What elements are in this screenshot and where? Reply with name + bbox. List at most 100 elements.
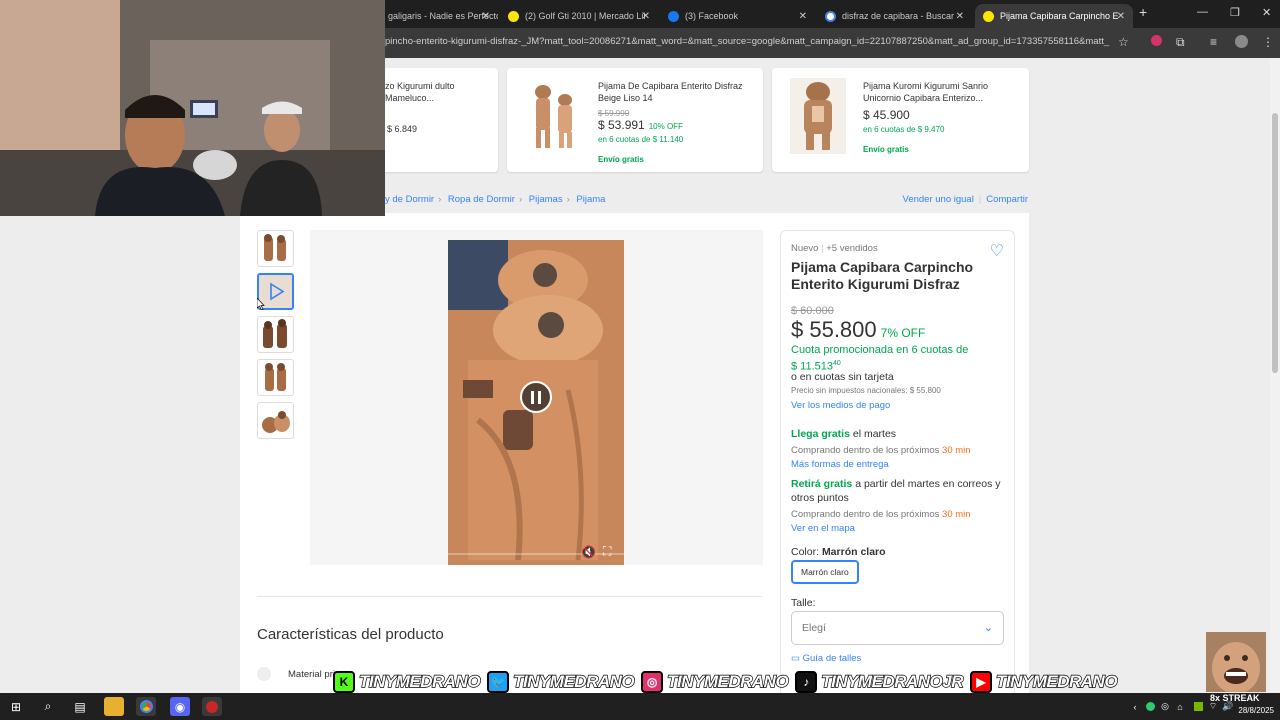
product-panel: 🔇 ⛶ Nuevo | +5 vendidos ♡ Pijama Capibar… xyxy=(240,213,1029,693)
pause-icon xyxy=(531,390,534,404)
divider: | xyxy=(821,243,824,254)
chevron-right-icon: › xyxy=(518,194,523,205)
close-icon[interactable]: ✕ xyxy=(642,11,650,22)
close-icon[interactable]: ✕ xyxy=(956,11,964,22)
size-guide-link[interactable]: ▭ Guía de talles xyxy=(791,653,861,664)
social-handle: TINYMEDRANO xyxy=(995,671,1118,691)
reading-list-icon[interactable]: ≡ xyxy=(1210,35,1217,49)
social-handle: TINYMEDRANO xyxy=(358,671,481,691)
page-scrollbar[interactable] xyxy=(1270,58,1280,693)
size-placeholder: Elegí xyxy=(802,622,826,634)
size-select[interactable]: Elegí ⌄ xyxy=(791,611,1004,645)
ruler-icon: ▭ xyxy=(791,653,803,664)
breadcrumb-link[interactable]: Ropa de Dormir xyxy=(448,194,515,205)
discord-icon[interactable]: ◉ xyxy=(170,697,190,716)
delivery-line: Llega gratis el martes xyxy=(791,428,896,440)
tab-pijama-capibara[interactable]: Pijama Capibara Carpincho Enterito✕ xyxy=(975,4,1133,28)
minimize-icon[interactable]: — xyxy=(1197,6,1208,18)
pause-button[interactable] xyxy=(520,381,552,413)
bookmark-star-icon[interactable]: ☆ xyxy=(1118,35,1129,49)
mute-icon[interactable]: 🔇 xyxy=(581,545,596,559)
restore-icon[interactable]: ❐ xyxy=(1230,6,1240,19)
extensions-puzzle-icon[interactable]: ⧉ xyxy=(1176,35,1185,50)
breadcrumb-link[interactable]: Pijama xyxy=(576,194,605,205)
mouse-cursor-icon xyxy=(257,298,265,310)
product-thumbnail-image xyxy=(525,78,581,154)
social-handle: TINYMEDRANO xyxy=(512,671,635,691)
countdown: 30 min xyxy=(942,509,971,520)
characteristic-row: Material pri xyxy=(257,667,335,681)
browser-menu-icon[interactable]: ⋮ xyxy=(1262,35,1274,49)
no-card-text: o en cuotas sin tarjeta xyxy=(791,371,894,383)
color-label: Color: xyxy=(791,546,822,558)
size-guide-label: Guía de talles xyxy=(802,653,862,664)
more-delivery-link[interactable]: Más formas de entrega xyxy=(791,459,889,470)
size-label: Talle: xyxy=(791,597,816,609)
condition-line: Nuevo | +5 vendidos xyxy=(791,243,878,254)
extension-shield-icon[interactable] xyxy=(1151,35,1162,49)
tab-google-search[interactable]: disfraz de capibara - Buscar con Google✕ xyxy=(817,4,972,28)
task-view-icon[interactable]: ▤ xyxy=(70,697,90,716)
breadcrumb-link[interactable]: Pijamas xyxy=(529,194,563,205)
media-gallery: 🔇 ⛶ xyxy=(310,230,763,565)
windows-taskbar: ⊞ ⌕ ▤ ◉ ‹ ◎ ⌂ ⌔ 🔊 28/8/2025 xyxy=(0,693,1280,720)
search-icon[interactable]: ⌕ xyxy=(38,697,58,716)
tab-galigaris[interactable]: galigaris - Nadie es Perfecto ✕ xyxy=(380,4,498,28)
tab-golf-gti[interactable]: (2) Golf Gti 2010 | Mercado Libre ✕ xyxy=(500,4,658,28)
new-tab-icon[interactable]: + xyxy=(1139,4,1147,20)
rec-price: $ 53.991 xyxy=(598,118,645,132)
twitter-icon: 🐦 xyxy=(487,671,510,693)
file-explorer-icon[interactable] xyxy=(104,697,124,716)
windows-start-icon[interactable]: ⊞ xyxy=(6,697,26,716)
recommendation-card[interactable]: Pijama Kuromi Kigurumi Sanrio Unicornio … xyxy=(772,68,1029,172)
meme-face-overlay xyxy=(1206,632,1266,692)
sold-count: +5 vendidos xyxy=(826,243,878,254)
network-icon[interactable]: ⌂ xyxy=(1170,697,1190,716)
profile-avatar-icon[interactable] xyxy=(1235,35,1248,51)
chrome-icon[interactable] xyxy=(136,697,156,716)
clock-date[interactable]: 28/8/2025 xyxy=(1238,706,1274,715)
mercadolibre-icon xyxy=(508,10,519,22)
streak-badge: 8x STREAK xyxy=(1210,693,1260,703)
close-icon[interactable]: ✕ xyxy=(1117,11,1125,22)
facebook-icon xyxy=(668,10,679,22)
material-icon xyxy=(257,667,271,681)
close-icon[interactable]: ✕ xyxy=(482,11,490,22)
tab-label: (2) Golf Gti 2010 | Mercado Libre xyxy=(525,11,645,21)
color-option-chip[interactable]: Marrón claro xyxy=(791,560,859,584)
breadcrumb-link[interactable]: y de Dormir xyxy=(385,194,434,205)
rec-title: Pijama De Capibara Enterito Disfraz Beig… xyxy=(598,81,743,103)
webcam-overlay xyxy=(0,0,385,216)
delivery-day: el martes xyxy=(849,428,897,440)
divider xyxy=(257,596,762,597)
social-handle: TINYMEDRANO xyxy=(666,671,789,691)
characteristic-label: Material pri xyxy=(288,668,335,680)
share-link[interactable]: Compartir xyxy=(986,194,1028,205)
favorite-heart-icon[interactable]: ♡ xyxy=(990,241,1004,261)
scrollbar-thumb[interactable] xyxy=(1272,113,1278,373)
mercadolibre-icon xyxy=(983,10,994,22)
close-icon[interactable]: ✕ xyxy=(799,11,807,22)
fullscreen-icon[interactable]: ⛶ xyxy=(603,544,611,559)
gallery-thumbnail[interactable] xyxy=(257,402,294,439)
rec-title: zo Kigurumi dulto Mameluco... xyxy=(385,81,455,103)
recommendation-card[interactable]: Pijama De Capibara Enterito Disfraz Beig… xyxy=(507,68,763,172)
sell-similar-link[interactable]: Vender uno igual xyxy=(903,194,974,205)
tab-facebook[interactable]: (3) Facebook ✕ xyxy=(660,4,815,28)
gallery-thumbnail[interactable] xyxy=(257,230,294,267)
product-thumbnail-image xyxy=(790,78,846,154)
video-progress-bar[interactable] xyxy=(448,553,624,555)
color-label-line: Color: Marrón claro xyxy=(791,546,886,558)
rec-price: $ 6.849 xyxy=(387,124,418,134)
obs-icon[interactable] xyxy=(202,697,222,716)
product-video[interactable]: 🔇 ⛶ xyxy=(448,240,624,565)
url-field[interactable]: pincho-enterito-kigurumi-disfraz-_JM?mat… xyxy=(385,36,1110,47)
payment-methods-link[interactable]: Ver los medios de pago xyxy=(791,400,890,411)
map-link[interactable]: Ver en el mapa xyxy=(791,523,855,534)
product-title: Pijama Capibara Carpincho Enterito Kigur… xyxy=(791,259,974,292)
installment-promo: Cuota promocionada en 6 cuotas de $ 11.51… xyxy=(791,344,1001,374)
gallery-thumbnail[interactable] xyxy=(257,316,294,353)
window-close-icon[interactable]: ✕ xyxy=(1262,6,1271,19)
free-delivery-label: Llega gratis xyxy=(791,428,850,440)
gallery-thumbnail[interactable] xyxy=(257,359,294,396)
